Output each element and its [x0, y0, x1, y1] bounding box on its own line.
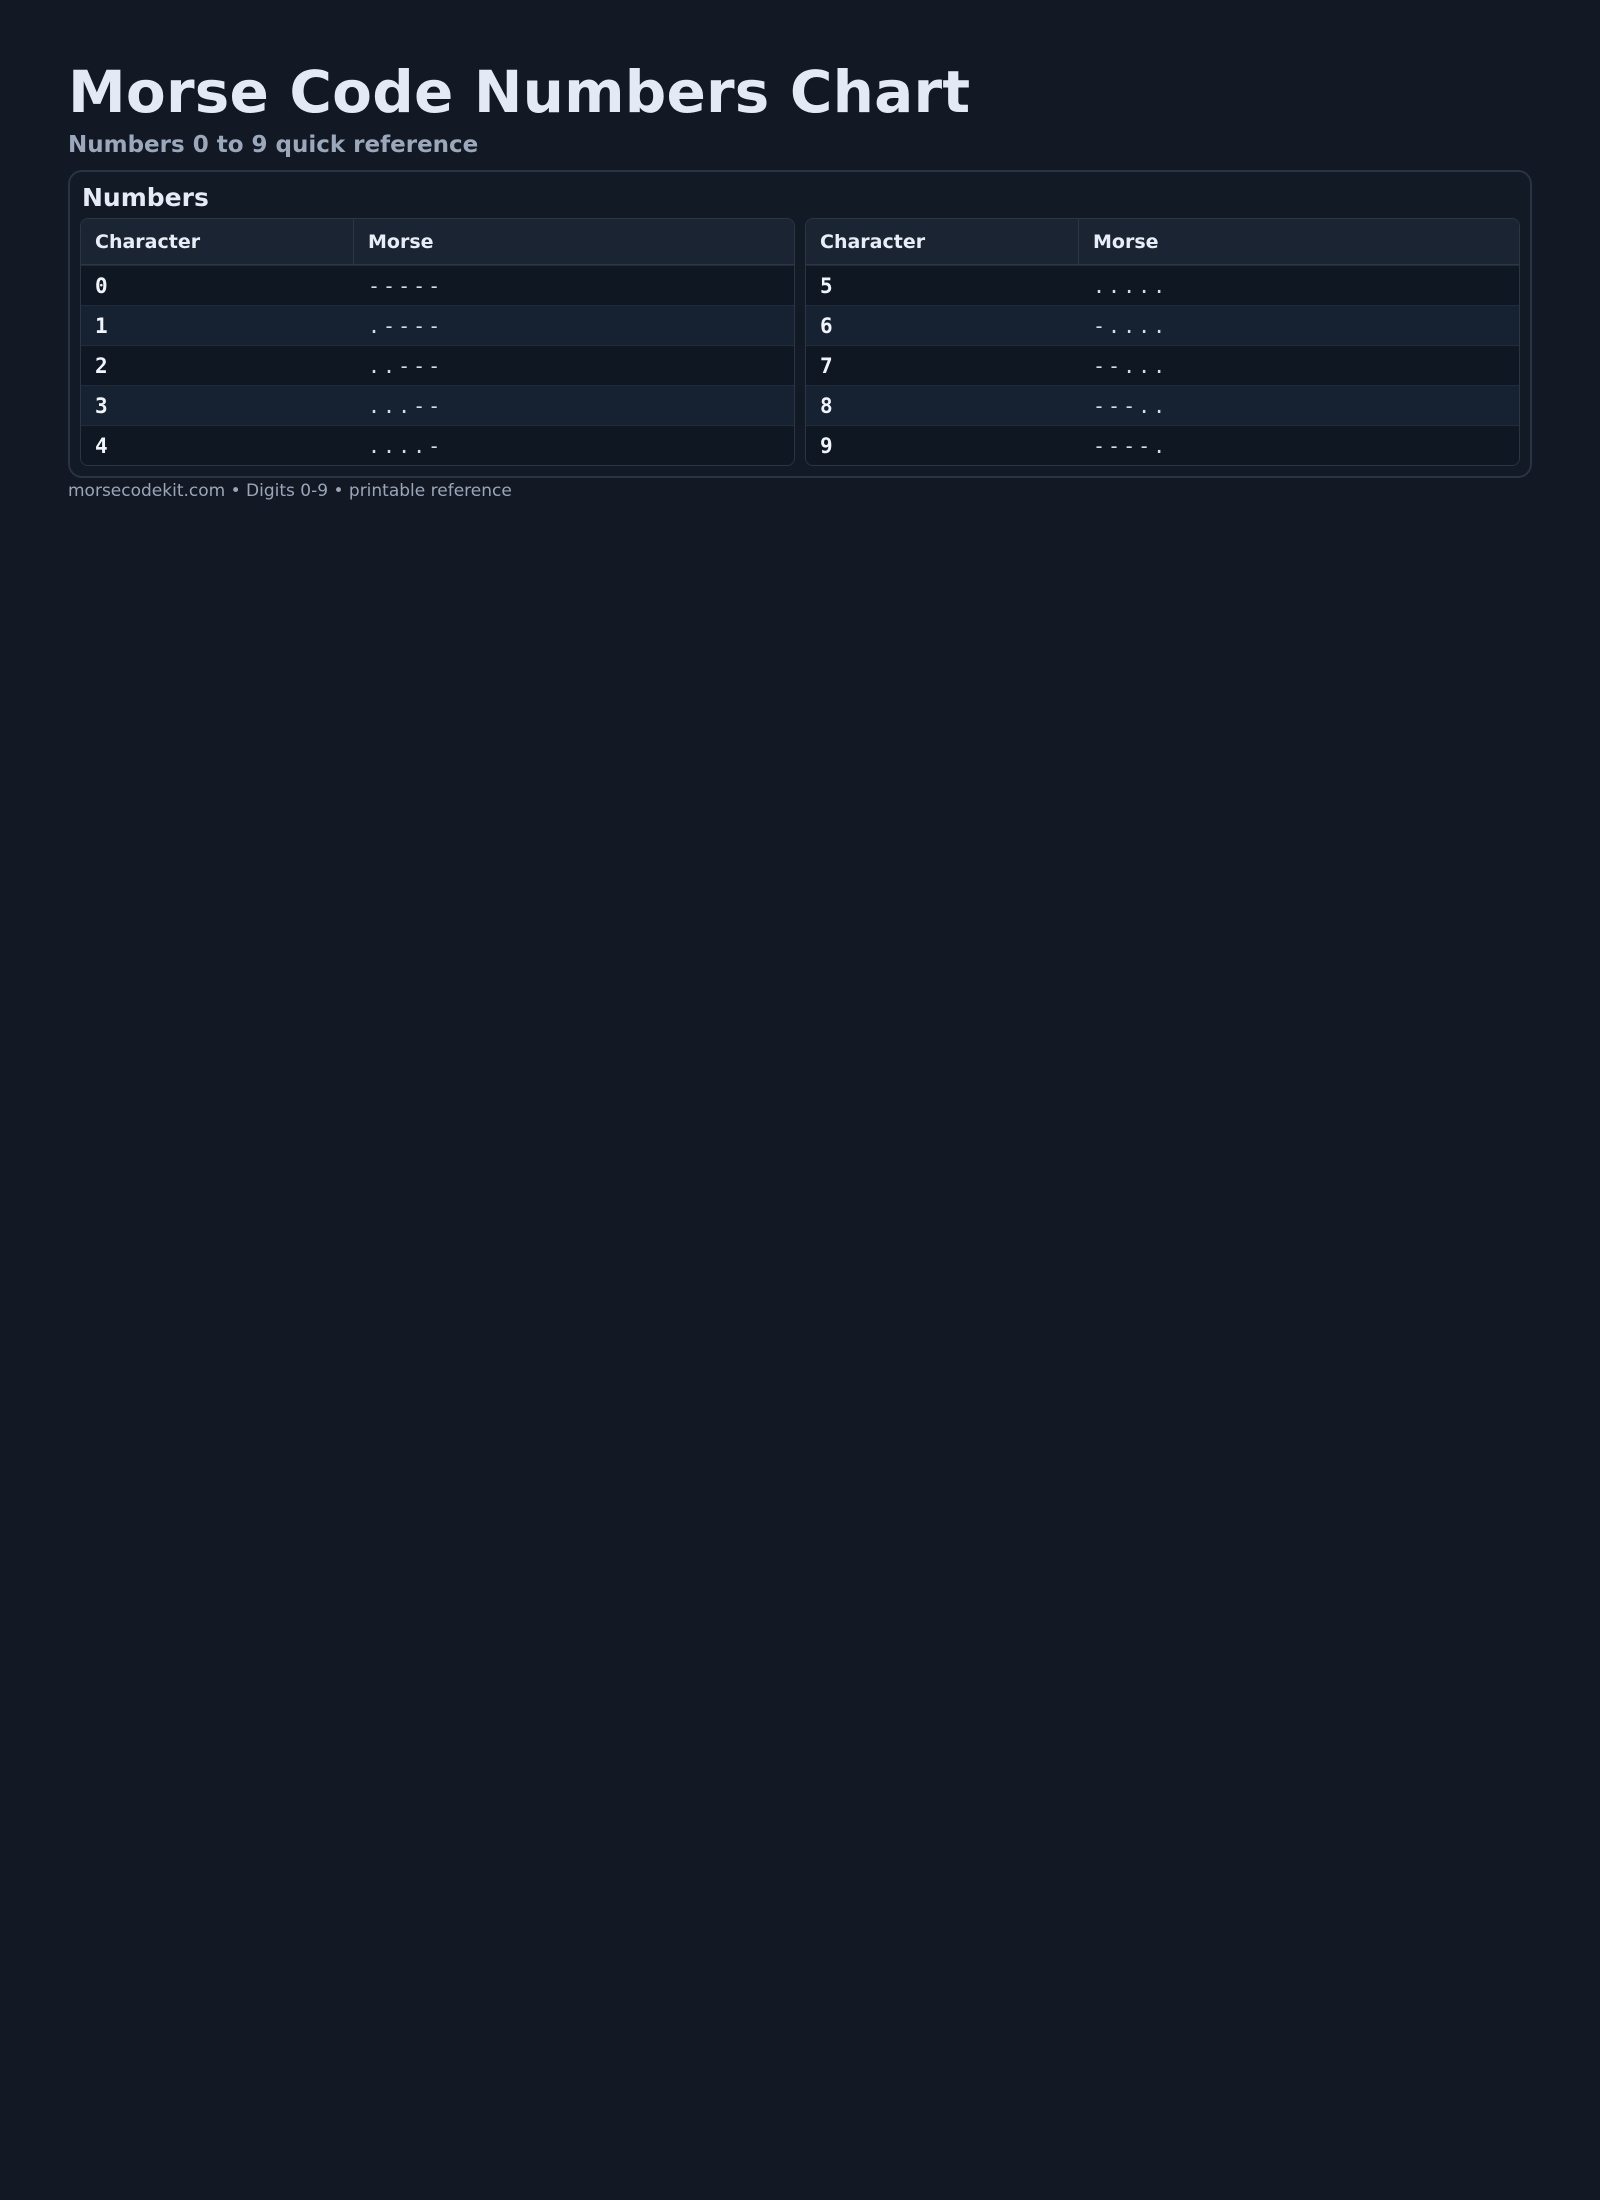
column-header-character: Character: [81, 219, 354, 265]
column-header-morse: Morse: [1079, 219, 1519, 265]
table-row: 0 -----: [81, 265, 794, 305]
table-row: 2 ..---: [81, 345, 794, 385]
morse-cell: ...--: [354, 385, 794, 425]
morse-cell: .....: [1079, 265, 1519, 305]
morse-cell: ..---: [354, 345, 794, 385]
digit-cell: 6: [806, 305, 1079, 345]
page-subtitle: Numbers 0 to 9 quick reference: [68, 132, 479, 158]
numbers-panel: Numbers Character Morse 0 ----- 1 .---- …: [68, 170, 1532, 478]
morse-table-right: Character Morse 5 ..... 6 -.... 7 --... …: [805, 218, 1520, 466]
digit-cell: 4: [81, 425, 354, 465]
morse-cell: --...: [1079, 345, 1519, 385]
morse-cell: ....-: [354, 425, 794, 465]
panel-title: Numbers: [82, 183, 209, 212]
table-row: 6 -....: [806, 305, 1519, 345]
table-row: 4 ....-: [81, 425, 794, 465]
page: Morse Code Numbers Chart Numbers 0 to 9 …: [0, 0, 1600, 504]
digit-cell: 0: [81, 265, 354, 305]
digit-cell: 2: [81, 345, 354, 385]
digit-cell: 3: [81, 385, 354, 425]
table-header-row: Character Morse: [806, 219, 1519, 265]
morse-cell: ----.: [1079, 425, 1519, 465]
table-row: 1 .----: [81, 305, 794, 345]
page-title: Morse Code Numbers Chart: [68, 58, 971, 126]
table-row: 9 ----.: [806, 425, 1519, 465]
footer-text: morsecodekit.com • Digits 0-9 • printabl…: [68, 481, 512, 501]
column-header-morse: Morse: [354, 219, 794, 265]
morse-cell: -----: [354, 265, 794, 305]
morse-cell: -....: [1079, 305, 1519, 345]
morse-cell: ---..: [1079, 385, 1519, 425]
table-row: 8 ---..: [806, 385, 1519, 425]
table-row: 7 --...: [806, 345, 1519, 385]
table-row: 3 ...--: [81, 385, 794, 425]
table-header-row: Character Morse: [81, 219, 794, 265]
table-row: 5 .....: [806, 265, 1519, 305]
digit-cell: 7: [806, 345, 1079, 385]
morse-table-left: Character Morse 0 ----- 1 .---- 2 ..--- …: [80, 218, 795, 466]
tables-container: Character Morse 0 ----- 1 .---- 2 ..--- …: [80, 218, 1520, 466]
digit-cell: 1: [81, 305, 354, 345]
digit-cell: 8: [806, 385, 1079, 425]
digit-cell: 9: [806, 425, 1079, 465]
morse-cell: .----: [354, 305, 794, 345]
digit-cell: 5: [806, 265, 1079, 305]
column-header-character: Character: [806, 219, 1079, 265]
